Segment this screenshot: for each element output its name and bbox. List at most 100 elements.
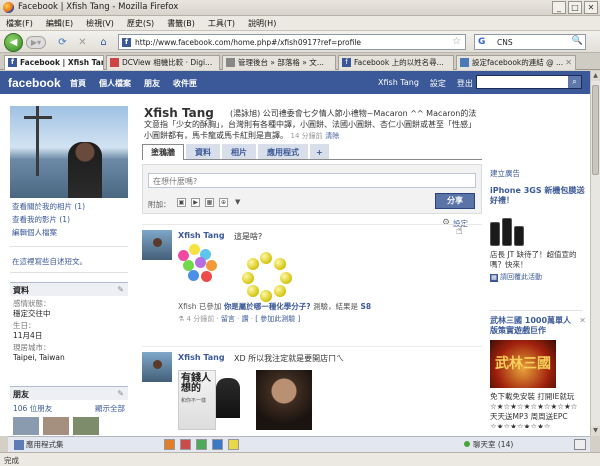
menu-help[interactable]: 說明(H) (248, 18, 276, 29)
address-bar[interactable]: f http://www.facebook.com/home.php#/xfis… (118, 34, 466, 50)
scroll-down-icon[interactable]: ▼ (591, 426, 600, 436)
avatar[interactable] (142, 230, 172, 260)
story-author[interactable]: Xfish Tang (178, 231, 225, 240)
nav-profile[interactable]: 個人檔案 (99, 78, 131, 89)
friend-thumbnail[interactable] (13, 417, 39, 435)
nav-home[interactable]: 首頁 (70, 78, 86, 89)
app-shortcut-icon[interactable] (196, 439, 207, 450)
maximize-button[interactable]: □ (568, 1, 582, 14)
nav-user-name[interactable]: Xfish Tang (378, 78, 419, 89)
s8-molecule-image[interactable] (242, 252, 294, 302)
back-button[interactable]: ◀ (4, 33, 23, 52)
close-ad-icon[interactable]: ✕ (579, 316, 586, 325)
tab-label: Facebook 上的以姓名尋... (354, 58, 444, 67)
link-photos-of-me[interactable]: 查看關於我的相片 (1) (12, 200, 85, 213)
browser-tab-facebook-search[interactable]: f Facebook 上的以姓名尋... (338, 55, 454, 70)
portrait-image[interactable] (256, 370, 312, 430)
divider (142, 224, 482, 225)
more-attach-chevron-icon[interactable]: ▼ (235, 198, 240, 206)
link-attach-icon[interactable]: ⊕ (219, 198, 228, 207)
browser-tab-blog-admin[interactable]: 管理後台 » 部落格 » 文... (222, 55, 336, 70)
browser-tab-dcview[interactable]: DCView 相機比較 · Digi... (106, 55, 220, 70)
app-shortcut-icon[interactable] (228, 439, 239, 450)
browser-tab-facebook[interactable]: f Facebook | Xfish Tang (4, 55, 104, 70)
menu-file[interactable]: 檔案(F) (6, 18, 33, 29)
book-cover-image[interactable]: 有錢人想的 和你不一樣 (178, 370, 216, 430)
menu-tools[interactable]: 工具(T) (208, 18, 235, 29)
chat-popout-icon[interactable] (574, 439, 586, 450)
nav-friends[interactable]: 朋友 (144, 78, 160, 89)
page-scrollbar[interactable]: ▲ ▼ (590, 71, 600, 436)
friend-thumbnail[interactable] (43, 417, 69, 435)
ad-title[interactable]: iPhone 3GS 新機包膜送好禮！ (490, 186, 586, 206)
tab-photos[interactable]: 相片 (222, 144, 256, 159)
google-icon[interactable]: G (478, 37, 485, 47)
status-input[interactable]: 在想什麼嗎? (148, 173, 476, 188)
search-icon[interactable]: ⌕ (568, 76, 581, 88)
ad-rsvp[interactable]: ▦ 請回覆此活動 (490, 272, 586, 282)
friend-thumbnail[interactable] (73, 417, 99, 435)
browser-search-input[interactable]: G CNS 🔍 (474, 34, 586, 50)
tab-info[interactable]: 資料 (186, 144, 220, 159)
comment-link[interactable]: 留言 (221, 315, 235, 323)
molecule-image[interactable] (178, 242, 222, 286)
edit-pencil-icon[interactable]: ✎ (117, 285, 124, 294)
ad-title[interactable]: 武林三國 1000萬單人版策實遊戲巨作 (490, 316, 586, 336)
applications-button[interactable]: 應用程式集 (14, 439, 64, 450)
reload-icon[interactable]: ⟳ (56, 36, 69, 49)
scroll-thumb[interactable] (592, 85, 599, 175)
avatar[interactable] (142, 352, 172, 382)
iphone-ad-image[interactable] (490, 212, 530, 246)
tab-applications[interactable]: 應用程式 (258, 144, 308, 159)
friends-count[interactable]: 106 位朋友 (13, 403, 52, 414)
stop-icon[interactable]: ✕ (76, 36, 89, 49)
take-quiz-link[interactable]: [ 參加此測驗 ] (255, 315, 300, 323)
nav-inbox[interactable]: 收件匣 (173, 78, 197, 89)
quiz-result-link[interactable]: S8 (360, 302, 371, 311)
tab-wall[interactable]: 塗鴉牆 (142, 144, 184, 160)
browser-tab-settings-link[interactable]: 設定facebook的連結 @ ... ✕ (456, 55, 576, 70)
menu-edit[interactable]: 編輯(E) (46, 18, 73, 29)
nav-logout[interactable]: 登出 (457, 78, 473, 89)
edit-pencil-icon[interactable]: ✎ (117, 389, 124, 398)
event-attach-icon[interactable]: ▦ (205, 198, 214, 207)
link-edit-profile[interactable]: 編輯個人檔案 (12, 226, 85, 239)
app-shortcut-icon[interactable] (212, 439, 223, 450)
video-attach-icon[interactable]: ▶ (191, 198, 200, 207)
bookmark-star-icon[interactable]: ☆ (452, 36, 461, 47)
home-icon[interactable]: ⌂ (97, 36, 110, 49)
chat-button[interactable]: 聊天室 (14) (464, 439, 513, 450)
status-clear-link[interactable]: 清除 (325, 132, 339, 140)
facebook-logo[interactable]: facebook (8, 76, 61, 90)
menu-history[interactable]: 歷史(S) (127, 18, 154, 29)
divider (142, 346, 482, 347)
story-author[interactable]: Xfish Tang (178, 353, 225, 362)
facebook-search-input[interactable]: ⌕ (476, 75, 582, 89)
share-button[interactable]: 分享 (435, 193, 475, 209)
game-banner-image[interactable]: 武林三國 (490, 340, 556, 388)
browser-status-bar: 完成 (0, 452, 600, 466)
link-my-videos[interactable]: 查看我的影片 (1) (12, 213, 85, 226)
app-shortcut-icon[interactable] (180, 439, 191, 450)
settings-gear-icon[interactable]: ⚙ (442, 218, 450, 228)
see-all-friends-link[interactable]: 顯示全部 (95, 403, 125, 414)
close-ad-icon[interactable]: ✕ (579, 186, 586, 195)
nav-settings[interactable]: 設定 (430, 78, 446, 89)
info-key: 生日： (13, 321, 36, 330)
close-tab-icon[interactable]: ✕ (565, 56, 572, 69)
close-button[interactable]: ✕ (584, 1, 598, 14)
bio-prompt-link[interactable]: 在這裡寫些自述短文。 (12, 256, 87, 267)
profile-picture[interactable] (10, 106, 128, 198)
add-tab-button[interactable]: + (310, 144, 329, 159)
minimize-button[interactable]: _ (552, 1, 566, 14)
like-link[interactable]: 讚 (242, 315, 249, 323)
menu-bookmarks[interactable]: 書籤(B) (167, 18, 195, 29)
photo-attach-icon[interactable]: ▣ (177, 198, 186, 207)
menu-view[interactable]: 檢視(V) (86, 18, 114, 29)
search-icon[interactable]: 🔍 (572, 36, 583, 46)
forward-button[interactable]: ▶▾ (26, 36, 46, 49)
create-ad-link[interactable]: 建立廣告 (490, 168, 520, 179)
app-shortcut-icon[interactable] (164, 439, 175, 450)
scroll-up-icon[interactable]: ▲ (591, 71, 600, 81)
quiz-title-link[interactable]: 你是屬於哪一種化學分子? (224, 302, 311, 311)
